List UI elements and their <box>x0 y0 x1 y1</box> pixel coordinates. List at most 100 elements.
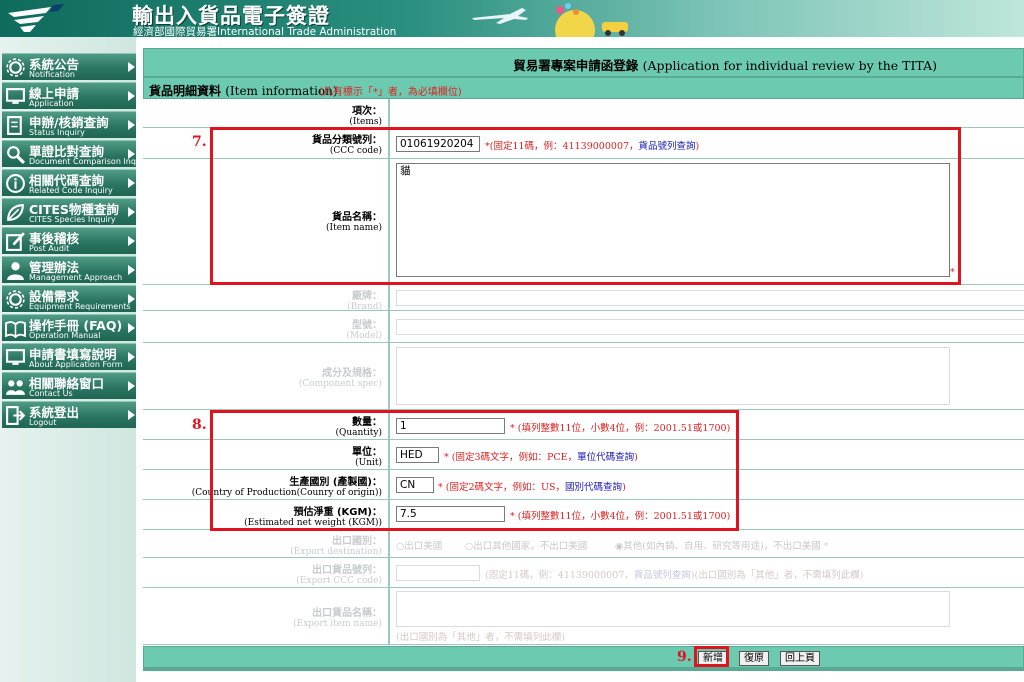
reset-button[interactable]: 復原 <box>739 651 769 666</box>
sidebar-item-post-audit[interactable]: 事後稽核 Post Audit <box>2 227 136 254</box>
chevron-right-icon <box>128 323 135 333</box>
sidebar-item-notification[interactable]: 系統公告 Notification <box>2 53 136 80</box>
highlight-box-step8 <box>210 410 739 531</box>
sidebar-item-sublabel: Notification <box>29 70 75 79</box>
step-8-label: 8. <box>192 417 207 433</box>
export-item-name-textarea[interactable] <box>396 591 950 627</box>
component-spec-textarea[interactable] <box>396 347 950 405</box>
label-zh: 出口貨品號列： <box>312 565 382 576</box>
page-title-text: 貿易署專案申請函登錄 <box>513 58 639 73</box>
field-label: 項次： (Items) <box>143 99 390 127</box>
required-star: * <box>823 541 829 552</box>
section-title: 貨品明細資料 <box>149 84 222 98</box>
label-zh: 型號： <box>352 320 382 331</box>
export-name-note: (出口國別為「其他」者，不需填列此欄) <box>396 632 565 643</box>
monitor-icon <box>6 349 25 365</box>
export-dest-radio-us[interactable]: ○出口美國 <box>396 538 442 552</box>
field-value: (出口國別為「其他」者，不需填列此欄) <box>393 588 1024 644</box>
highlight-box-step7 <box>210 127 961 285</box>
field-value <box>393 343 1024 409</box>
row-model: 型號： (Model) <box>143 311 1024 343</box>
sidebar-item-status-inquiry[interactable]: 申辦/核銷查詢 Status Inquiry <box>2 111 136 138</box>
label-en: (Component spec) <box>298 379 382 389</box>
export-ccc-note: (固定11碼，例：41139000007，貨品號列查詢)(出口國別為「其他」者，… <box>485 567 863 581</box>
sidebar-item-sublabel: Contact Us <box>29 389 73 398</box>
chevron-right-icon <box>128 91 135 101</box>
app-subtitle: 經濟部國際貿易署International Trade Administrati… <box>133 26 397 37</box>
label-en: (Model) <box>346 331 382 341</box>
chevron-right-icon <box>128 120 135 130</box>
page-title: 貿易署專案申請函登錄 (Application for individual r… <box>143 48 1024 77</box>
chevron-right-icon <box>128 381 135 391</box>
leaf-icon <box>7 204 24 221</box>
export-dest-radio-other-country[interactable]: ○出口其他國家，不出口美國 <box>465 538 587 552</box>
info-icon <box>6 174 25 193</box>
pencil-icon <box>6 232 25 251</box>
field-value <box>393 285 1024 310</box>
radio-label: 出口其他國家，不出口美國 <box>473 541 588 552</box>
sidebar-item-operation-manual[interactable]: 操作手冊 (FAQ) Operation Manual <box>2 314 136 341</box>
app-header: 輸出入貨品電子簽證 經濟部國際貿易署International Trade Ad… <box>0 0 1024 37</box>
field-label: 出口貨品號列： (Export CCC code) <box>143 558 390 587</box>
sidebar-item-management[interactable]: 管理辦法 Management Approach <box>2 256 136 283</box>
export-ccc-lookup-link[interactable]: 貨品號列查詢 <box>634 570 691 581</box>
step-7-label: 7. <box>192 134 207 150</box>
note-end: )(出口國別為「其他」者，不需填列此欄) <box>690 570 864 581</box>
bottom-divider <box>143 668 1024 671</box>
ita-logo-icon <box>8 4 64 32</box>
highlight-box-step9 <box>694 646 729 667</box>
logout-icon <box>6 406 26 425</box>
sidebar-item-sublabel: Equipment Requirements <box>29 302 131 311</box>
sidebar-item-sublabel: Status Inquiry <box>29 128 85 137</box>
radio-label: 其他(如內銷、自用、研究等用途)，不出口美國 <box>623 541 821 552</box>
sidebar-item-contact[interactable]: 相關聯絡窗口 Contact Us <box>2 372 136 399</box>
label-zh: 成分及規格： <box>322 368 382 379</box>
header-decoration-icon <box>555 3 628 37</box>
field-label: 型號： (Model) <box>143 311 390 342</box>
label-en: (Export CCC code) <box>296 576 382 586</box>
sidebar-item-logout[interactable]: 系統登出 Logout <box>2 401 136 428</box>
sidebar-item-sublabel: Post Audit <box>29 244 70 253</box>
chevron-right-icon <box>128 265 135 275</box>
page-title-en: (Application for individual review by th… <box>642 58 937 73</box>
sidebar-item-equipment[interactable]: 設備需求 Equipment Requirements <box>2 285 136 312</box>
row-export-ccc: 出口貨品號列： (Export CCC code) (固定11碼，例：41139… <box>143 558 1024 588</box>
sidebar-item-sublabel: Application <box>29 99 74 108</box>
back-button[interactable]: 回上頁 <box>780 651 820 666</box>
chevron-right-icon <box>128 149 135 159</box>
chevron-right-icon <box>128 410 135 420</box>
sidebar-item-cites[interactable]: CITES物種查詢 CITES Species Inquiry <box>2 198 136 225</box>
brand-input[interactable] <box>396 290 1024 306</box>
sidebar-item-sublabel: About Application Form <box>29 360 123 369</box>
people-icon <box>6 380 25 395</box>
export-dest-radio-other[interactable]: ◉其他(如內銷、自用、研究等用途)，不出口美國 * <box>615 538 829 552</box>
chevron-right-icon <box>128 207 135 217</box>
sidebar-item-application-form[interactable]: 申請書填寫說明 About Application Form <box>2 343 136 370</box>
sidebar-item-related-code[interactable]: 相關代碼查詢 Related Code Inquiry <box>2 169 136 196</box>
field-label: 出口國別： (Export destination) <box>143 530 390 557</box>
section-header: 貨品明細資料 (Item information) (凡有標示「*」者，為必填欄… <box>143 77 1024 99</box>
sidebar-item-sublabel: Logout <box>29 418 57 427</box>
model-input[interactable] <box>396 319 1024 335</box>
document-edit-icon <box>7 116 22 135</box>
field-label: 成分及規格： (Component spec) <box>143 343 390 409</box>
sidebar-item-application[interactable]: 線上申請 Application <box>2 82 136 109</box>
label-zh: 項次： <box>352 106 382 117</box>
label-en: (Export item name) <box>293 619 382 629</box>
row-brand: 廠牌： (Brand) <box>143 285 1024 312</box>
row-items: 項次： (Items) <box>143 99 1024 128</box>
field-value: (固定11碼，例：41139000007，貨品號列查詢)(出口國別為「其他」者，… <box>393 558 1024 587</box>
label-zh: 廠牌： <box>352 291 382 302</box>
chevron-right-icon <box>128 178 135 188</box>
chevron-right-icon <box>128 236 135 246</box>
magnifier-icon <box>7 146 26 165</box>
book-icon <box>5 321 26 339</box>
person-icon <box>7 262 24 280</box>
airplane-icon <box>472 8 528 24</box>
sidebar-item-document-comparison[interactable]: 單證比對查詢 Document Comparison Inquiry <box>2 140 151 167</box>
export-ccc-input[interactable] <box>396 565 480 581</box>
radio-label: 出口美國 <box>404 541 443 552</box>
gear-icon <box>6 290 25 309</box>
row-export-item-name: 出口貨品名稱： (Export item name) (出口國別為「其他」者，不… <box>143 588 1024 645</box>
field-value <box>393 311 1024 342</box>
